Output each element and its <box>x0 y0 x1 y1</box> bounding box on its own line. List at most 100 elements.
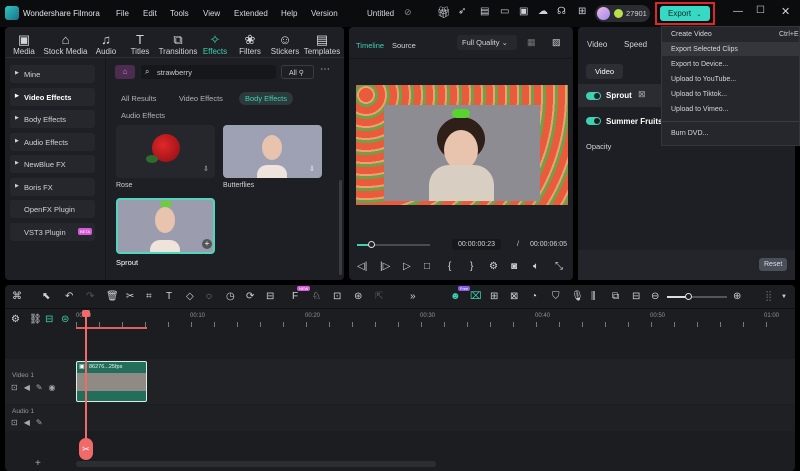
media-add-icon[interactable]: ⊞ <box>490 291 498 302</box>
split-scissors-icon[interactable]: ✂ <box>126 291 134 302</box>
mark-in-icon[interactable]: { <box>448 261 451 272</box>
menu-version[interactable]: Version <box>311 9 338 18</box>
close-icon[interactable]: ✕ <box>781 5 790 18</box>
effect-thumbnail-sprout[interactable]: + <box>116 198 215 254</box>
export-clip-icon[interactable]: ⇱ <box>375 291 383 302</box>
playhead[interactable] <box>85 310 87 455</box>
horizontal-scrollbar[interactable] <box>76 461 436 467</box>
save-icon[interactable]: ▣ <box>519 6 528 17</box>
menu-item-create-video[interactable]: Create Video <box>671 31 712 38</box>
freeze-icon[interactable]: ⊟ <box>266 291 274 302</box>
playhead-handle[interactable] <box>82 310 90 317</box>
cloud-icon[interactable]: ☁ <box>538 6 548 17</box>
send-icon[interactable]: ➶ <box>458 6 466 17</box>
gift-icon[interactable]: 🎁︎ <box>437 6 451 19</box>
more-options-icon[interactable]: ⋯ <box>320 64 330 75</box>
render-settings-icon[interactable]: ⚙ <box>489 261 498 272</box>
microphone-icon[interactable]: 🎙︎ <box>571 291 584 302</box>
sidebar-item-newblue-fx[interactable]: ▶ NewBlue FX <box>10 155 95 173</box>
effect-thumbnail-butterflies[interactable]: ⇩ <box>223 125 322 178</box>
menu-item-export-to-device[interactable]: Export to Device... <box>671 61 728 68</box>
snapshot-icon[interactable]: ◙ <box>511 261 517 272</box>
toggle-summer-fruits[interactable] <box>586 117 601 125</box>
magnet-icon[interactable]: ⊜ <box>61 314 69 325</box>
tab-effects[interactable]: ✧ Effects <box>197 32 233 56</box>
ai-text-icon[interactable]: F <box>292 291 298 302</box>
zoom-in-icon[interactable]: ⊕ <box>733 291 741 302</box>
maximize-icon[interactable]: ☐ <box>756 5 765 16</box>
filter-audio-effects[interactable]: Audio Effects <box>121 111 165 120</box>
menu-tools[interactable]: Tools <box>170 9 189 18</box>
audio-mixer-icon[interactable]: ⫼ <box>591 291 596 302</box>
mask-icon[interactable]: ⊠ <box>638 89 646 100</box>
layout-grid-icon[interactable]: ⌘ <box>12 291 22 302</box>
sidebar-item-openfx-plugin[interactable]: OpenFX Plugin <box>10 200 95 218</box>
download-icon[interactable]: ⇩ <box>203 165 209 173</box>
quality-select[interactable]: Full Quality ⌄ <box>457 35 517 50</box>
effect-thumbnail-rose[interactable]: ⇩ <box>116 125 215 178</box>
download-icon[interactable]: ⇩ <box>309 165 315 173</box>
sidebar-item-body-effects[interactable]: ▶ Body Effects <box>10 110 95 128</box>
track-controls-icon[interactable]: ⊡◀✎ <box>11 418 49 427</box>
zoom-slider[interactable] <box>667 293 727 300</box>
shape-icon[interactable]: ◇ <box>186 291 194 302</box>
speed-icon[interactable]: ◔ <box>531 291 537 302</box>
zoom-out-icon[interactable]: ⊖ <box>651 291 659 302</box>
playback-slider[interactable] <box>357 241 430 248</box>
shield-icon[interactable]: ⛉ <box>552 291 560 302</box>
export-button[interactable]: Export ⌄ <box>660 6 710 21</box>
menu-item-upload-tiktok[interactable]: Upload to Tiktok... <box>671 91 727 98</box>
filter-button[interactable]: All ⚲ <box>281 65 314 79</box>
menu-view[interactable]: View <box>203 9 220 18</box>
toggle-sprout[interactable] <box>586 92 601 100</box>
tab-stickers[interactable]: ☺ Stickers <box>267 32 303 56</box>
track-height-icon[interactable]: ⣿ <box>765 291 772 302</box>
tab-media[interactable]: ▣ Media <box>6 32 42 56</box>
tab-source[interactable]: Source <box>392 41 416 50</box>
undo-icon[interactable]: ↶ <box>65 291 73 302</box>
unlink-icon[interactable]: ⛓ <box>29 314 42 325</box>
add-icon[interactable]: + <box>202 239 212 249</box>
rotate-icon[interactable]: ◌ <box>206 291 212 302</box>
filter-body-effects[interactable]: Body Effects <box>239 92 293 105</box>
link-icon[interactable]: ⊟ <box>45 314 53 325</box>
tab-video[interactable]: Video <box>587 40 607 49</box>
credits-pill[interactable]: 27901 <box>595 5 650 22</box>
tab-titles[interactable]: T Titles <box>122 32 158 56</box>
fit-icon[interactable]: ⊟ <box>632 291 640 302</box>
menu-item-upload-vimeo[interactable]: Upload to Vimeo... <box>671 106 728 113</box>
sidebar-item-audio-effects[interactable]: ▶ Audio Effects <box>10 133 95 151</box>
image-edit-icon[interactable]: ⊠ <box>510 291 518 302</box>
more-tools-icon[interactable]: » <box>410 291 416 302</box>
subtab-video[interactable]: Video <box>586 64 624 79</box>
layout-icon[interactable]: ▭ <box>500 6 509 17</box>
timeline-settings-icon[interactable]: ⚙ <box>11 314 20 325</box>
menu-file[interactable]: File <box>116 9 129 18</box>
text-icon[interactable]: T <box>166 291 172 302</box>
menu-extended[interactable]: Extended <box>234 9 268 18</box>
apps-grid-icon[interactable]: ⊞ <box>578 6 586 17</box>
previous-frame-icon[interactable]: ◁| <box>357 261 367 272</box>
tab-speed[interactable]: Speed <box>624 40 647 49</box>
filter-all-results[interactable]: All Results <box>121 94 156 103</box>
headset-icon[interactable]: ☊ <box>557 6 566 17</box>
tab-transitions[interactable]: ⧉ Transitions <box>157 32 199 56</box>
pip-icon[interactable]: ⧉ <box>612 291 619 302</box>
filter-video-effects[interactable]: Video Effects <box>179 94 223 103</box>
redo-icon[interactable]: ↷ <box>86 291 94 302</box>
transform-icon[interactable]: ⟳ <box>246 291 254 302</box>
ai-portrait-icon[interactable]: ⊡ <box>333 291 341 302</box>
tab-audio[interactable]: ♫ Audio <box>88 32 124 56</box>
ai-audio-icon[interactable]: ♘ <box>312 291 321 302</box>
sidebar-item-boris-fx[interactable]: ▶ Boris FX <box>10 178 95 196</box>
volume-icon[interactable]: 🔈︎ <box>533 261 539 272</box>
store-button[interactable]: ⌂ <box>115 65 135 79</box>
auto-ripple-icon[interactable]: ⌧ <box>470 291 482 302</box>
sidebar-item-video-effects[interactable]: ▶ Video Effects <box>10 88 95 106</box>
menu-item-burn-dvd[interactable]: Burn DVD... <box>671 130 708 137</box>
reset-button[interactable]: Reset <box>759 258 788 271</box>
menu-help[interactable]: Help <box>281 9 297 18</box>
ai-object-icon[interactable]: ⊛ <box>354 291 362 302</box>
sidebar-item-mine[interactable]: ▶ Mine <box>10 65 95 83</box>
add-track-icon[interactable]: + <box>35 458 41 469</box>
